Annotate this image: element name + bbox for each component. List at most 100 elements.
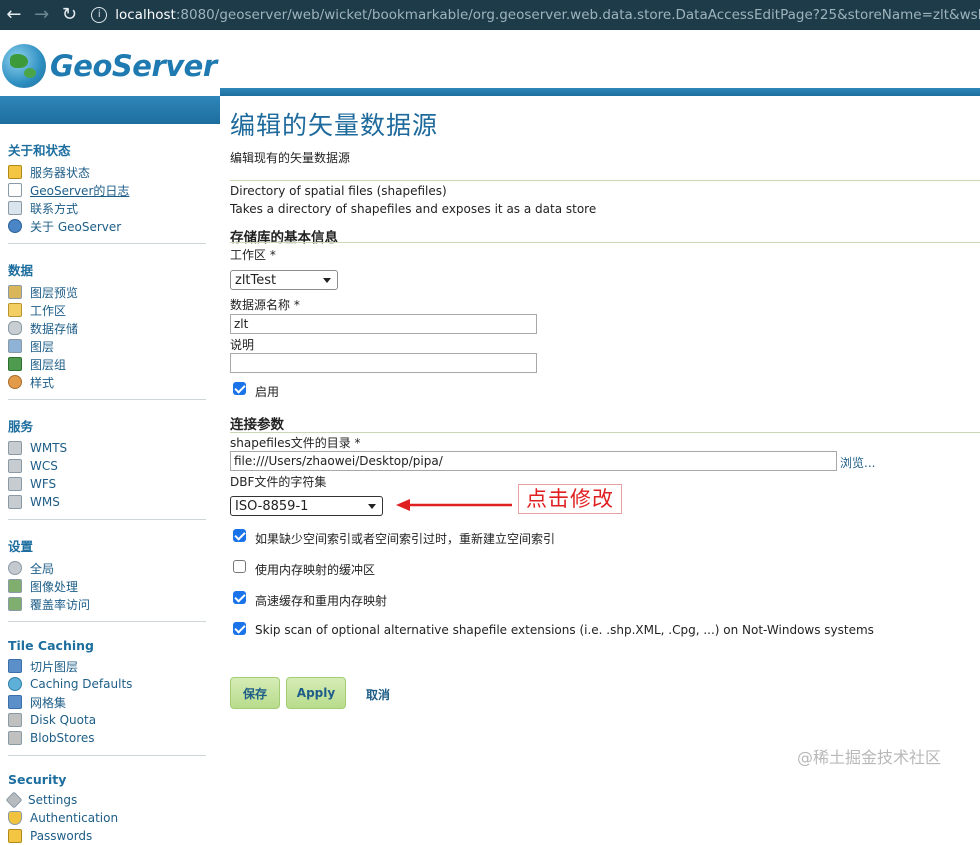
sidebar-item-wcs[interactable]: WCS <box>8 457 214 475</box>
store-name-label: 数据源名称 * <box>230 298 300 312</box>
sidebar-item-image-processing[interactable]: 图像处理 <box>8 577 214 595</box>
sidebar-item-label: WFS <box>30 477 57 491</box>
sidebar-item-security-settings[interactable]: Settings <box>5 791 214 809</box>
wrench-icon <box>5 791 23 809</box>
sidebar-item-coverage-access[interactable]: 覆盖率访问 <box>8 595 214 613</box>
description-input[interactable] <box>230 353 537 373</box>
page-title: 编辑的矢量数据源 <box>230 111 439 140</box>
document-icon <box>8 183 22 197</box>
sidebar-section-title: 关于和状态 <box>8 143 71 158</box>
sidebar-item-tile-layers[interactable]: 切片图层 <box>8 657 214 675</box>
info-icon <box>8 219 22 233</box>
shapefile-dir-input[interactable]: file:///Users/zhaowei/Desktop/pipa/ <box>230 451 837 471</box>
sidebar-item-global[interactable]: 全局 <box>8 559 214 577</box>
sidebar-item-layer-groups[interactable]: 图层组 <box>8 355 214 373</box>
folder-icon <box>8 303 22 317</box>
main-content: 编辑的矢量数据源 编辑现有的矢量数据源 Directory of spatial… <box>230 96 980 787</box>
workspace-select[interactable]: zltTest <box>230 270 338 290</box>
sidebar-item-label: 图层预览 <box>30 285 79 300</box>
sidebar-item-wms[interactable]: WMS <box>8 493 214 511</box>
layer-icon <box>8 339 22 353</box>
back-arrow-icon[interactable]: ← <box>0 0 28 30</box>
divider <box>230 242 980 243</box>
sidebar-section-security: Security Settings Authentication Passwor… <box>0 756 214 845</box>
sidebar-item-label: 工作区 <box>30 303 67 318</box>
sidebar-item-about[interactable]: 关于 GeoServer <box>8 217 214 235</box>
sidebar-item-label: Caching Defaults <box>30 677 133 691</box>
sidebar-section-services: 服务 WMTS WCS WFS WMS <box>0 400 214 511</box>
divider <box>230 180 980 181</box>
sidebar-item-label: WMTS <box>30 441 68 455</box>
sidebar-item-caching-defaults[interactable]: Caching Defaults <box>8 675 214 693</box>
sidebar-item-gridsets[interactable]: 网格集 <box>8 693 214 711</box>
watermark: @稀土掘金技术社区 <box>797 748 942 767</box>
browse-link[interactable]: 浏览... <box>840 454 875 471</box>
sidebar-item-label: BlobStores <box>30 731 95 745</box>
sidebar-item-wfs[interactable]: WFS <box>8 475 214 493</box>
divider <box>230 432 980 433</box>
sidebar-item-workspaces[interactable]: 工作区 <box>8 301 214 319</box>
basic-info-heading: 存储库的基本信息 <box>230 230 338 246</box>
sidebar-item-styles[interactable]: 样式 <box>8 373 214 391</box>
forward-arrow-icon[interactable]: → <box>28 0 56 30</box>
logo-text: GeoServer <box>50 49 217 83</box>
store-name-input[interactable]: zlt <box>230 314 537 334</box>
rebuild-index-checkbox[interactable] <box>233 529 246 542</box>
sidebar-item-layer-preview[interactable]: 图层预览 <box>8 283 214 301</box>
warning-icon <box>8 165 22 179</box>
annotation-label: 点击修改 <box>518 484 622 514</box>
sidebar: 关于和状态 服务器状态 GeoServer的日志 联系方式 关于 GeoServ… <box>0 124 214 843</box>
apply-button[interactable]: Apply <box>286 677 346 709</box>
service-icon <box>8 477 22 491</box>
header-band <box>220 88 980 96</box>
sidebar-item-wmts[interactable]: WMTS <box>8 439 214 457</box>
sidebar-top-band <box>0 96 220 124</box>
save-button[interactable]: 保存 <box>230 677 280 709</box>
sidebar-section-settings: 设置 全局 图像处理 覆盖率访问 <box>0 520 214 613</box>
browser-toolbar: ← → ↻ i localhost:8080/geoserver/web/wic… <box>0 0 980 30</box>
description-label: 说明 <box>230 338 255 352</box>
address-bar[interactable]: i localhost:8080/geoserver/web/wicket/bo… <box>91 7 980 23</box>
skip-scan-checkbox[interactable] <box>233 622 246 635</box>
sidebar-item-blobstores[interactable]: BlobStores <box>8 729 214 747</box>
geoserver-logo[interactable]: GeoServer <box>2 44 217 88</box>
sidebar-item-label: 图层 <box>30 339 55 354</box>
reload-icon[interactable]: ↻ <box>56 0 84 30</box>
sidebar-item-label: WCS <box>30 459 58 473</box>
sidebar-item-passwords[interactable]: Passwords <box>8 827 214 845</box>
store-type: Directory of spatial files (shapefiles) <box>230 184 447 198</box>
sidebar-item-disk-quota[interactable]: Disk Quota <box>8 711 214 729</box>
sidebar-item-label: 图像处理 <box>30 579 79 594</box>
disk-icon <box>8 713 22 727</box>
sidebar-item-label: Passwords <box>30 829 93 843</box>
sidebar-item-label: 样式 <box>30 375 55 390</box>
sidebar-item-label: 联系方式 <box>30 201 79 216</box>
database-icon <box>8 321 22 335</box>
sidebar-item-layers[interactable]: 图层 <box>8 337 214 355</box>
sidebar-section-about: 关于和状态 服务器状态 GeoServer的日志 联系方式 关于 GeoServ… <box>0 124 214 235</box>
contact-card-icon <box>8 201 22 215</box>
service-icon <box>8 441 22 455</box>
shield-icon <box>8 811 22 825</box>
cache-memory-maps-label: 高速缓存和重用内存映射 <box>255 594 388 608</box>
sidebar-item-server-status[interactable]: 服务器状态 <box>8 163 214 181</box>
sidebar-item-label: WMS <box>30 495 60 509</box>
preview-icon <box>8 285 22 299</box>
cache-memory-maps-checkbox[interactable] <box>233 591 246 604</box>
site-info-icon[interactable]: i <box>91 7 108 23</box>
sidebar-item-stores[interactable]: 数据存储 <box>8 319 214 337</box>
sidebar-section-tile-caching: Tile Caching 切片图层 Caching Defaults 网格集 D… <box>0 622 214 747</box>
key-icon <box>8 829 22 843</box>
sidebar-item-contact[interactable]: 联系方式 <box>8 199 214 217</box>
cancel-link[interactable]: 取消 <box>366 686 390 703</box>
sidebar-item-authentication[interactable]: Authentication <box>8 809 214 827</box>
grid-icon <box>8 695 22 709</box>
sidebar-item-logs[interactable]: GeoServer的日志 <box>8 181 214 199</box>
memory-mapped-checkbox[interactable] <box>233 560 246 573</box>
url-host: localhost <box>115 7 176 23</box>
charset-select[interactable]: ISO-8859-1 <box>230 496 383 516</box>
sidebar-item-label: 服务器状态 <box>30 165 91 180</box>
charset-value: ISO-8859-1 <box>235 498 309 514</box>
enabled-checkbox[interactable] <box>233 382 246 395</box>
sidebar-item-label: 数据存储 <box>30 321 79 336</box>
